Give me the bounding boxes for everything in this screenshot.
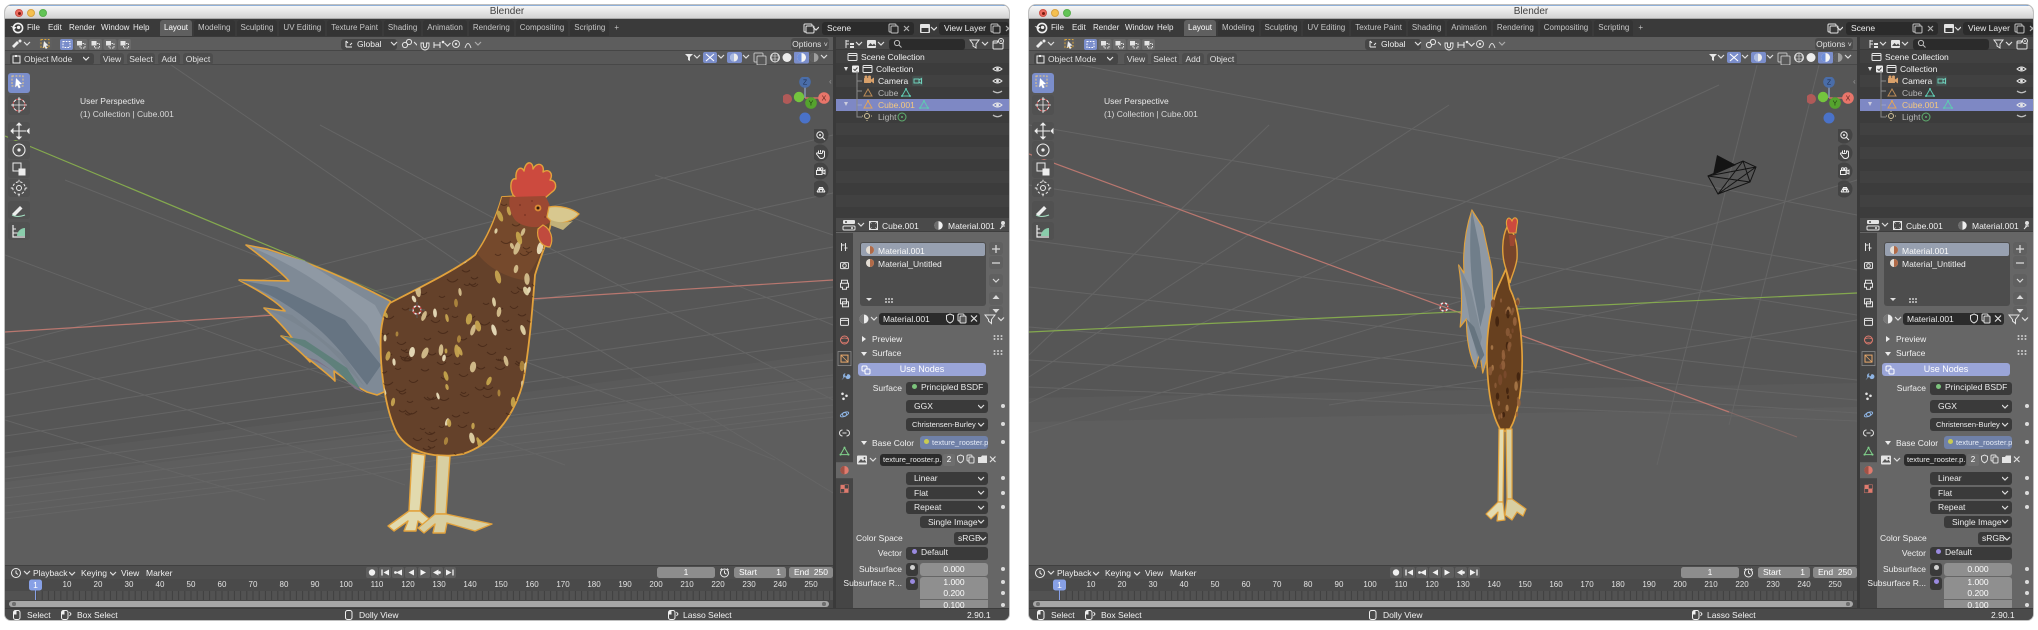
svg-text:70: 70 xyxy=(249,580,258,589)
svg-text:210: 210 xyxy=(1704,580,1718,589)
svg-text:220: 220 xyxy=(711,580,725,589)
svg-text:X: X xyxy=(1846,96,1851,103)
svg-text:160: 160 xyxy=(1549,580,1563,589)
svg-text:100: 100 xyxy=(1363,580,1377,589)
svg-text:20: 20 xyxy=(1118,580,1127,589)
svg-text:40: 40 xyxy=(156,580,165,589)
svg-text:230: 230 xyxy=(742,580,756,589)
svg-text:30: 30 xyxy=(1149,580,1158,589)
svg-text:Cube.001: Cube.001 xyxy=(878,100,915,110)
svg-text:20: 20 xyxy=(94,580,103,589)
svg-text:50: 50 xyxy=(187,580,196,589)
svg-text:140: 140 xyxy=(1487,580,1501,589)
svg-text:80: 80 xyxy=(1304,580,1313,589)
svg-text:90: 90 xyxy=(1335,580,1344,589)
svg-text:Camera: Camera xyxy=(1902,76,1933,86)
svg-text:210: 210 xyxy=(680,580,694,589)
svg-text:190: 190 xyxy=(1642,580,1656,589)
svg-text:Cube: Cube xyxy=(1902,88,1923,98)
svg-text:160: 160 xyxy=(525,580,539,589)
svg-text:250: 250 xyxy=(804,580,818,589)
svg-text:220: 220 xyxy=(1735,580,1749,589)
svg-text:110: 110 xyxy=(371,580,384,589)
svg-text:Scene Collection: Scene Collection xyxy=(1885,52,1949,62)
svg-text:170: 170 xyxy=(556,580,570,589)
svg-text:120: 120 xyxy=(401,580,415,589)
svg-text:90: 90 xyxy=(311,580,320,589)
svg-text:180: 180 xyxy=(587,580,601,589)
svg-text:60: 60 xyxy=(218,580,227,589)
svg-text:10: 10 xyxy=(1087,580,1096,589)
svg-text:Z: Z xyxy=(803,80,808,87)
svg-text:60: 60 xyxy=(1242,580,1251,589)
svg-text:Light: Light xyxy=(1902,112,1921,122)
svg-text:130: 130 xyxy=(432,580,446,589)
svg-text:140: 140 xyxy=(463,580,477,589)
svg-text:250: 250 xyxy=(1828,580,1842,589)
svg-text:70: 70 xyxy=(1273,580,1282,589)
svg-text:230: 230 xyxy=(1766,580,1780,589)
svg-text:240: 240 xyxy=(1797,580,1811,589)
svg-text:80: 80 xyxy=(280,580,289,589)
svg-text:Light: Light xyxy=(878,112,897,122)
svg-text:1: 1 xyxy=(33,580,38,590)
svg-text:180: 180 xyxy=(1611,580,1625,589)
svg-text:130: 130 xyxy=(1456,580,1470,589)
svg-text:Global: Global xyxy=(357,39,382,49)
svg-text:30: 30 xyxy=(125,580,134,589)
svg-text:150: 150 xyxy=(1518,580,1532,589)
svg-text:X: X xyxy=(822,96,827,103)
svg-text:100: 100 xyxy=(339,580,353,589)
svg-text:120: 120 xyxy=(1425,580,1439,589)
svg-text:Collection: Collection xyxy=(876,64,914,74)
svg-text:Camera: Camera xyxy=(878,76,909,86)
svg-text:10: 10 xyxy=(63,580,72,589)
svg-text:200: 200 xyxy=(1673,580,1687,589)
svg-text:1: 1 xyxy=(1057,580,1062,590)
svg-text:110: 110 xyxy=(1395,580,1408,589)
svg-text:170: 170 xyxy=(1580,580,1594,589)
svg-text:Scene Collection: Scene Collection xyxy=(861,52,925,62)
svg-text:Y: Y xyxy=(809,101,814,108)
svg-text:240: 240 xyxy=(773,580,787,589)
svg-text:40: 40 xyxy=(1180,580,1189,589)
svg-text:Collection: Collection xyxy=(1900,64,1938,74)
svg-text:200: 200 xyxy=(649,580,663,589)
svg-text:Y: Y xyxy=(1833,101,1838,108)
svg-text:Z: Z xyxy=(1827,80,1832,87)
svg-text:Cube: Cube xyxy=(878,88,899,98)
svg-text:190: 190 xyxy=(618,580,632,589)
svg-text:50: 50 xyxy=(1211,580,1220,589)
svg-text:Global: Global xyxy=(1381,39,1406,49)
svg-text:150: 150 xyxy=(494,580,508,589)
svg-text:Cube.001: Cube.001 xyxy=(1902,100,1939,110)
